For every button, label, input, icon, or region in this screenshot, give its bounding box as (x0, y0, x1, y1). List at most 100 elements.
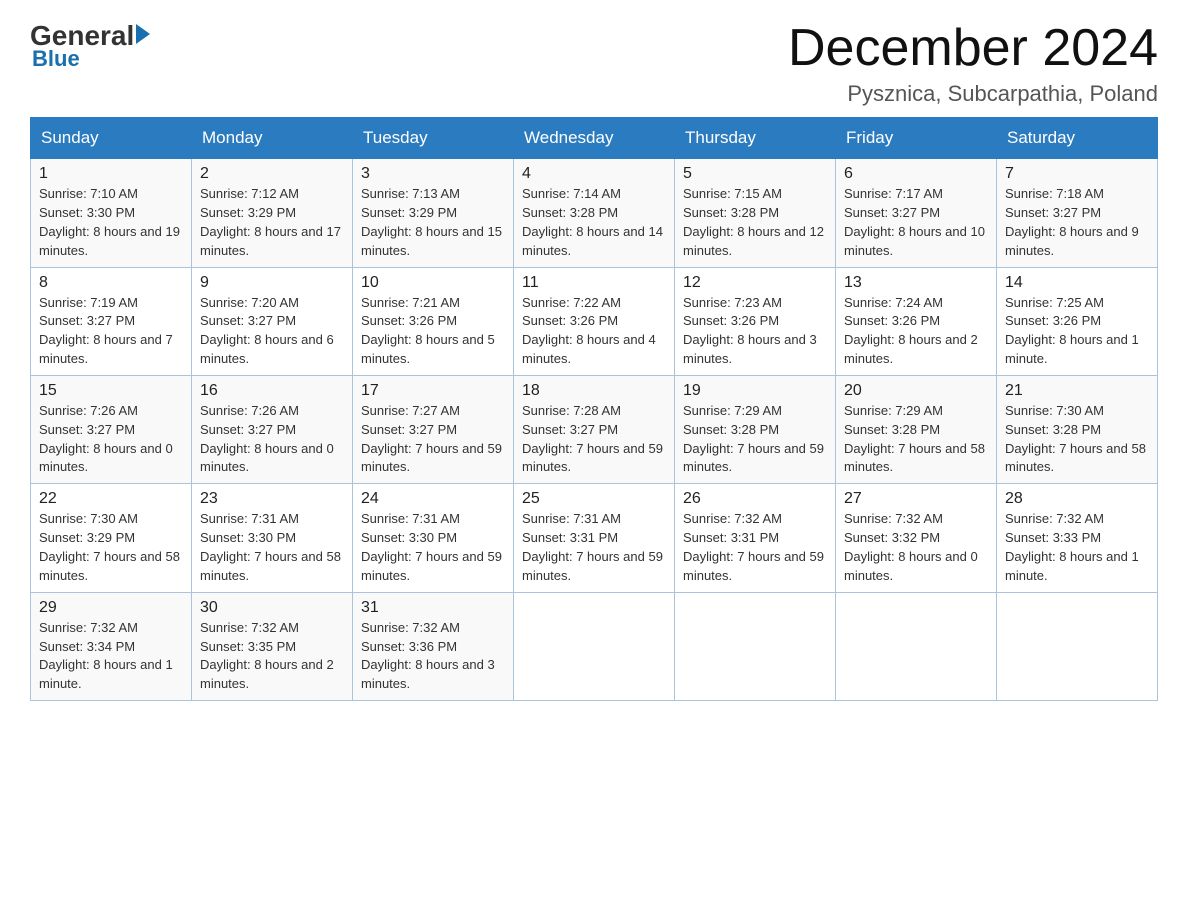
calendar-cell: 6Sunrise: 7:17 AMSunset: 3:27 PMDaylight… (836, 159, 997, 267)
calendar-cell: 8 Sunrise: 7:19 AMSunset: 3:27 PMDaylight… (31, 267, 192, 375)
calendar-cell (836, 592, 997, 700)
header-friday: Friday (836, 118, 997, 159)
calendar-cell (514, 592, 675, 700)
calendar-cell: 5 Sunrise: 7:15 AMSunset: 3:28 PMDaylight… (675, 159, 836, 267)
calendar-cell: 4 Sunrise: 7:14 AMSunset: 3:28 PMDaylight… (514, 159, 675, 267)
day-info: Sunrise: 7:31 AMSunset: 3:30 PMDaylight:… (200, 510, 344, 585)
calendar-week-2: 8 Sunrise: 7:19 AMSunset: 3:27 PMDaylight… (31, 267, 1158, 375)
day-number: 1 (39, 165, 183, 183)
day-info: Sunrise: 7:32 AMSunset: 3:36 PMDaylight:… (361, 619, 505, 694)
day-info: Sunrise: 7:20 AMSunset: 3:27 PMDaylight:… (200, 294, 344, 369)
day-number: 9 (200, 274, 344, 292)
day-info: Sunrise: 7:26 AMSunset: 3:27 PMDaylight:… (200, 402, 344, 477)
day-info: Sunrise: 7:14 AMSunset: 3:28 PMDaylight:… (522, 185, 666, 260)
calendar-cell: 13 Sunrise: 7:24 AMSunset: 3:26 PMDayligh… (836, 267, 997, 375)
calendar-cell: 12 Sunrise: 7:23 AMSunset: 3:26 PMDayligh… (675, 267, 836, 375)
day-info: Sunrise: 7:13 AMSunset: 3:29 PMDaylight:… (361, 185, 505, 260)
header-tuesday: Tuesday (353, 118, 514, 159)
title-block: December 2024 Pysznica, Subcarpathia, Po… (788, 20, 1158, 107)
day-number: 18 (522, 382, 666, 400)
calendar-cell: 22Sunrise: 7:30 AMSunset: 3:29 PMDayligh… (31, 484, 192, 592)
day-info: Sunrise: 7:32 AMSunset: 3:35 PMDaylight:… (200, 619, 344, 694)
day-info: Sunrise: 7:31 AMSunset: 3:31 PMDaylight:… (522, 510, 666, 585)
day-info: Sunrise: 7:27 AMSunset: 3:27 PMDaylight:… (361, 402, 505, 477)
day-number: 23 (200, 490, 344, 508)
calendar-table: SundayMondayTuesdayWednesdayThursdayFrid… (30, 117, 1158, 701)
header-monday: Monday (192, 118, 353, 159)
day-number: 15 (39, 382, 183, 400)
day-info: Sunrise: 7:22 AMSunset: 3:26 PMDaylight:… (522, 294, 666, 369)
header-row: SundayMondayTuesdayWednesdayThursdayFrid… (31, 118, 1158, 159)
day-info: Sunrise: 7:24 AMSunset: 3:26 PMDaylight:… (844, 294, 988, 369)
calendar-week-3: 15 Sunrise: 7:26 AMSunset: 3:27 PMDayligh… (31, 375, 1158, 483)
calendar-cell: 2Sunrise: 7:12 AMSunset: 3:29 PMDaylight… (192, 159, 353, 267)
day-info: Sunrise: 7:19 AMSunset: 3:27 PMDaylight:… (39, 294, 183, 369)
day-number: 13 (844, 274, 988, 292)
day-number: 11 (522, 274, 666, 292)
calendar-cell: 1 Sunrise: 7:10 AMSunset: 3:30 PMDaylight… (31, 159, 192, 267)
calendar-cell: 7 Sunrise: 7:18 AMSunset: 3:27 PMDaylight… (997, 159, 1158, 267)
day-number: 31 (361, 599, 505, 617)
calendar-cell: 3 Sunrise: 7:13 AMSunset: 3:29 PMDaylight… (353, 159, 514, 267)
day-number: 26 (683, 490, 827, 508)
day-info: Sunrise: 7:23 AMSunset: 3:26 PMDaylight:… (683, 294, 827, 369)
calendar-week-4: 22Sunrise: 7:30 AMSunset: 3:29 PMDayligh… (31, 484, 1158, 592)
day-number: 6 (844, 165, 988, 183)
header-wednesday: Wednesday (514, 118, 675, 159)
calendar-cell: 25 Sunrise: 7:31 AMSunset: 3:31 PMDayligh… (514, 484, 675, 592)
calendar-cell: 31 Sunrise: 7:32 AMSunset: 3:36 PMDayligh… (353, 592, 514, 700)
calendar-cell: 17Sunrise: 7:27 AMSunset: 3:27 PMDayligh… (353, 375, 514, 483)
calendar-cell: 20Sunrise: 7:29 AMSunset: 3:28 PMDayligh… (836, 375, 997, 483)
day-number: 12 (683, 274, 827, 292)
day-number: 3 (361, 165, 505, 183)
day-number: 28 (1005, 490, 1149, 508)
day-number: 16 (200, 382, 344, 400)
day-number: 14 (1005, 274, 1149, 292)
day-number: 20 (844, 382, 988, 400)
logo-triangle-icon (136, 24, 150, 44)
day-info: Sunrise: 7:32 AMSunset: 3:32 PMDaylight:… (844, 510, 988, 585)
day-info: Sunrise: 7:30 AMSunset: 3:28 PMDaylight:… (1005, 402, 1149, 477)
calendar-week-5: 29 Sunrise: 7:32 AMSunset: 3:34 PMDayligh… (31, 592, 1158, 700)
day-info: Sunrise: 7:12 AMSunset: 3:29 PMDaylight:… (200, 185, 344, 260)
day-info: Sunrise: 7:15 AMSunset: 3:28 PMDaylight:… (683, 185, 827, 260)
day-info: Sunrise: 7:30 AMSunset: 3:29 PMDaylight:… (39, 510, 183, 585)
day-info: Sunrise: 7:10 AMSunset: 3:30 PMDaylight:… (39, 185, 183, 260)
logo: General Blue (30, 20, 150, 72)
day-number: 7 (1005, 165, 1149, 183)
calendar-cell: 28 Sunrise: 7:32 AMSunset: 3:33 PMDayligh… (997, 484, 1158, 592)
calendar-cell: 14 Sunrise: 7:25 AMSunset: 3:26 PMDayligh… (997, 267, 1158, 375)
calendar-cell: 11 Sunrise: 7:22 AMSunset: 3:26 PMDayligh… (514, 267, 675, 375)
day-info: Sunrise: 7:32 AMSunset: 3:31 PMDaylight:… (683, 510, 827, 585)
day-number: 24 (361, 490, 505, 508)
month-title: December 2024 (788, 20, 1158, 77)
day-info: Sunrise: 7:18 AMSunset: 3:27 PMDaylight:… (1005, 185, 1149, 260)
day-number: 25 (522, 490, 666, 508)
day-info: Sunrise: 7:29 AMSunset: 3:28 PMDaylight:… (683, 402, 827, 477)
calendar-cell: 23 Sunrise: 7:31 AMSunset: 3:30 PMDayligh… (192, 484, 353, 592)
day-number: 8 (39, 274, 183, 292)
calendar-cell (675, 592, 836, 700)
location-title: Pysznica, Subcarpathia, Poland (788, 81, 1158, 107)
calendar-week-1: 1 Sunrise: 7:10 AMSunset: 3:30 PMDaylight… (31, 159, 1158, 267)
calendar-cell: 30Sunrise: 7:32 AMSunset: 3:35 PMDayligh… (192, 592, 353, 700)
header-thursday: Thursday (675, 118, 836, 159)
day-number: 27 (844, 490, 988, 508)
day-info: Sunrise: 7:32 AMSunset: 3:34 PMDaylight:… (39, 619, 183, 694)
calendar-cell (997, 592, 1158, 700)
day-number: 10 (361, 274, 505, 292)
day-number: 19 (683, 382, 827, 400)
day-info: Sunrise: 7:26 AMSunset: 3:27 PMDaylight:… (39, 402, 183, 477)
calendar-cell: 24Sunrise: 7:31 AMSunset: 3:30 PMDayligh… (353, 484, 514, 592)
day-info: Sunrise: 7:28 AMSunset: 3:27 PMDaylight:… (522, 402, 666, 477)
calendar-cell: 9 Sunrise: 7:20 AMSunset: 3:27 PMDaylight… (192, 267, 353, 375)
day-number: 5 (683, 165, 827, 183)
calendar-cell: 15 Sunrise: 7:26 AMSunset: 3:27 PMDayligh… (31, 375, 192, 483)
day-info: Sunrise: 7:25 AMSunset: 3:26 PMDaylight:… (1005, 294, 1149, 369)
calendar-cell: 16 Sunrise: 7:26 AMSunset: 3:27 PMDayligh… (192, 375, 353, 483)
logo-blue-text: Blue (32, 46, 80, 72)
day-number: 4 (522, 165, 666, 183)
calendar-cell: 27 Sunrise: 7:32 AMSunset: 3:32 PMDayligh… (836, 484, 997, 592)
day-number: 29 (39, 599, 183, 617)
day-info: Sunrise: 7:32 AMSunset: 3:33 PMDaylight:… (1005, 510, 1149, 585)
